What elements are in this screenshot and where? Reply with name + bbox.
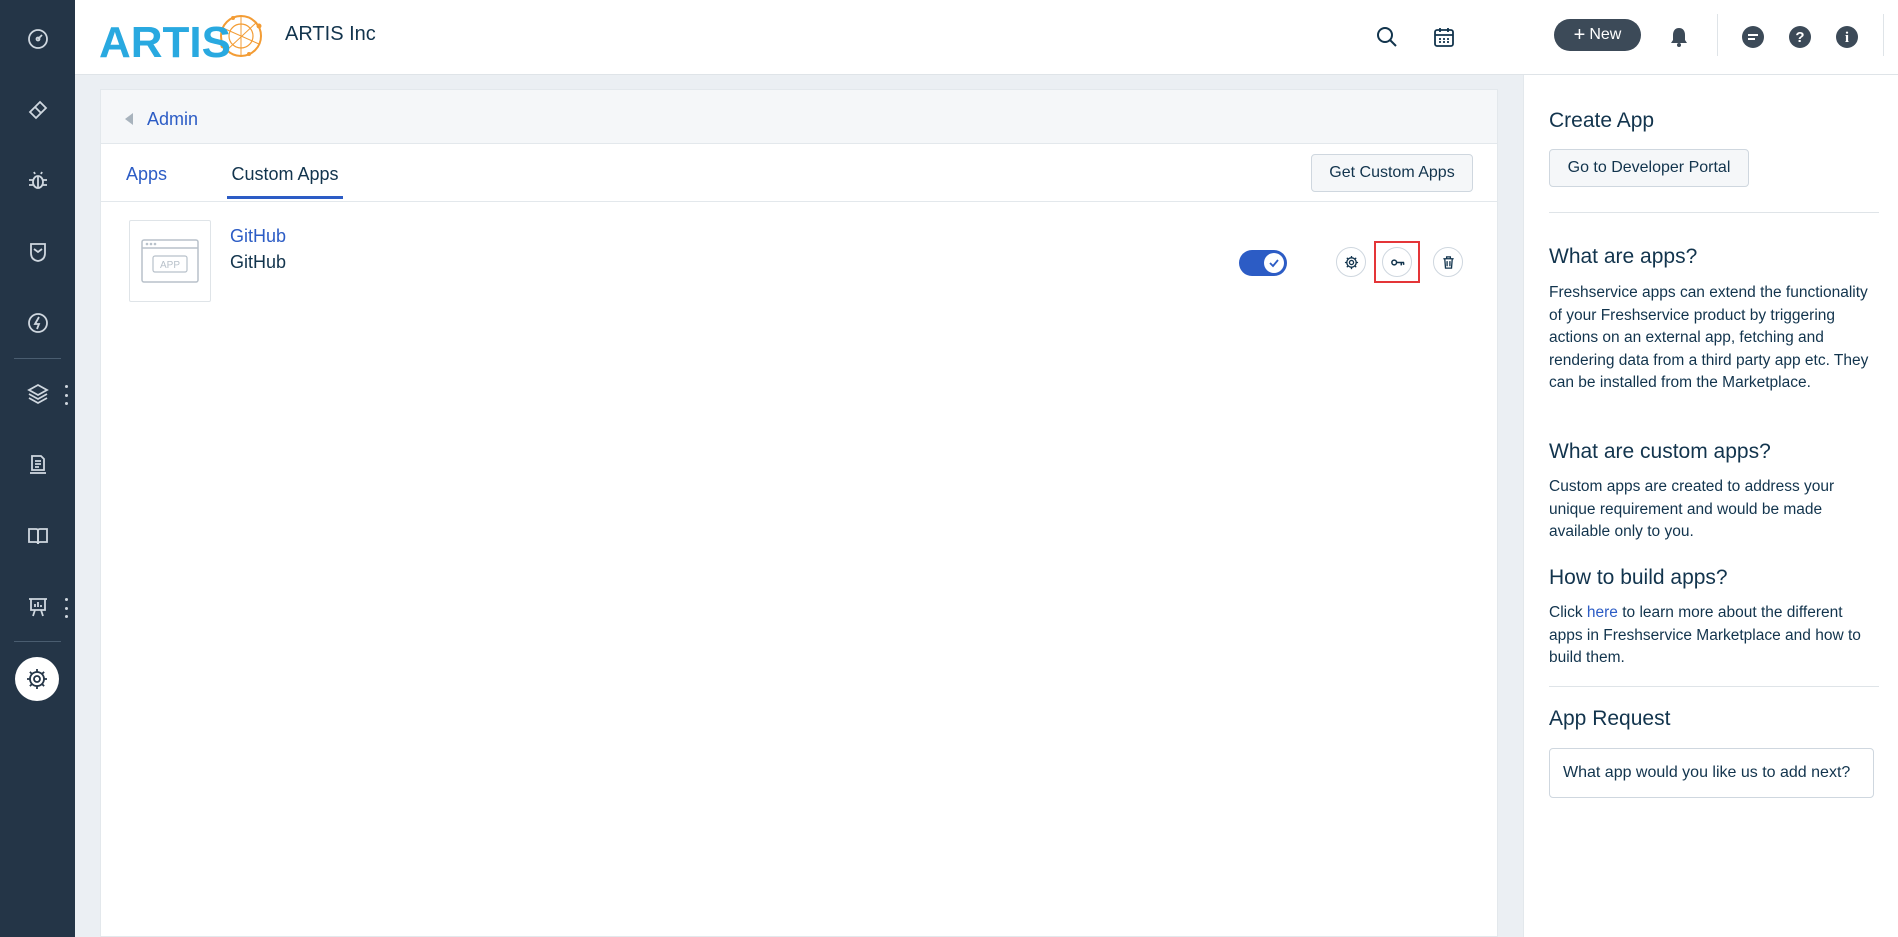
more-dots-icon[interactable] <box>63 598 69 618</box>
app-settings-button[interactable] <box>1336 247 1366 277</box>
releases-icon[interactable] <box>0 298 75 348</box>
calendar-icon[interactable] <box>1427 20 1461 54</box>
nav-divider <box>14 358 61 359</box>
what-are-custom-apps-text: Custom apps are created to address your … <box>1549 478 1835 540</box>
app-title-link[interactable]: GitHub <box>230 226 286 247</box>
svg-text:ARTIS: ARTIS <box>99 18 231 67</box>
here-link[interactable]: here <box>1587 604 1618 621</box>
tickets-icon[interactable] <box>0 85 75 135</box>
app-logo: APP <box>129 220 211 302</box>
svg-text:APP: APP <box>160 260 180 271</box>
gear-icon <box>1344 255 1358 269</box>
how-to-build-text: Click here to learn more about the diffe… <box>1549 602 1879 670</box>
new-button-label: New <box>1589 26 1622 43</box>
new-button[interactable]: + New <box>1554 19 1641 51</box>
trash-icon <box>1442 255 1454 269</box>
create-app-heading: Create App <box>1549 109 1655 132</box>
info-side-panel: Create App Go to Developer Portal What a… <box>1523 75 1898 937</box>
side-divider <box>1549 212 1879 213</box>
svg-text:i: i <box>1845 30 1849 46</box>
org-name: ARTIS Inc <box>285 23 376 45</box>
app-enable-toggle[interactable] <box>1239 250 1287 276</box>
tab-bar: Apps Custom Apps Get Custom Apps <box>101 144 1497 202</box>
what-are-apps-heading: What are apps? <box>1549 245 1698 268</box>
how-to-build-heading: How to build apps? <box>1549 566 1728 589</box>
breadcrumb-admin-link[interactable]: Admin <box>147 109 198 130</box>
header-divider <box>1717 14 1718 56</box>
changes-icon[interactable] <box>0 227 75 277</box>
back-arrow-icon[interactable] <box>125 113 133 125</box>
solutions-icon[interactable] <box>0 511 75 561</box>
tab-apps[interactable]: Apps <box>126 164 167 195</box>
main-panel: Admin Apps Custom Apps Get Custom Apps A… <box>100 89 1498 937</box>
chat-icon[interactable] <box>1736 20 1770 54</box>
info-icon[interactable]: i <box>1830 20 1864 54</box>
app-request-input[interactable]: What app would you like us to add next? <box>1549 748 1874 798</box>
how-to-build-prefix: Click <box>1549 604 1587 621</box>
left-navigation <box>0 0 75 937</box>
contracts-icon[interactable] <box>0 440 75 490</box>
problems-icon[interactable] <box>0 156 75 206</box>
tab-custom-apps[interactable]: Custom Apps <box>227 164 343 199</box>
app-delete-button[interactable] <box>1433 247 1463 277</box>
check-icon <box>1264 253 1284 273</box>
bell-icon[interactable] <box>1662 20 1696 54</box>
plus-icon: + <box>1573 24 1586 46</box>
breadcrumb: Admin <box>101 90 1497 144</box>
app-row: APP GitHub GitHub <box>101 220 1497 310</box>
admin-gear-icon[interactable] <box>15 657 59 701</box>
search-icon[interactable] <box>1370 20 1404 54</box>
app-subtitle: GitHub <box>230 252 287 272</box>
header-divider <box>1883 14 1884 56</box>
artis-logo[interactable]: ARTIS <box>99 6 274 70</box>
svg-text:?: ? <box>1795 29 1804 46</box>
app-request-heading: App Request <box>1549 707 1671 730</box>
dashboard-icon[interactable] <box>0 14 75 64</box>
app-key-button[interactable] <box>1382 247 1412 277</box>
nav-divider <box>14 641 61 642</box>
key-icon <box>1390 258 1404 266</box>
developer-portal-button[interactable]: Go to Developer Portal <box>1549 149 1749 187</box>
get-custom-apps-button[interactable]: Get Custom Apps <box>1311 154 1473 192</box>
top-header: ARTIS ARTIS Inc + New ? i A <box>75 0 1898 75</box>
side-divider <box>1549 686 1879 687</box>
help-icon[interactable]: ? <box>1783 20 1817 54</box>
what-are-apps-text: Freshservice apps can extend the functio… <box>1549 284 1869 391</box>
more-dots-icon[interactable] <box>63 385 69 405</box>
what-are-custom-apps-heading: What are custom apps? <box>1549 440 1771 463</box>
